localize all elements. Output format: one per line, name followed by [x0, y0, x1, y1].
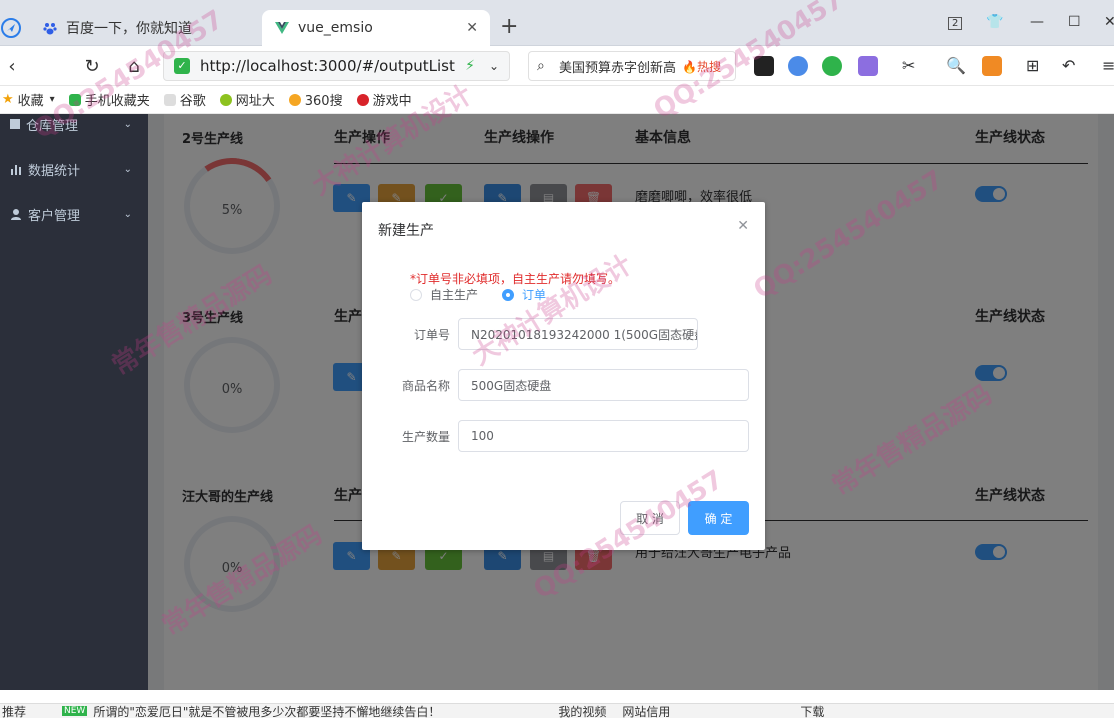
search-input[interactable]: ⌕ 美国预算赤字创新高 🔥热搜: [528, 51, 736, 81]
shirt-icon[interactable]: 👕: [986, 14, 1003, 30]
dialog-title: 新建生产: [378, 223, 434, 239]
search-icon: ⌕: [537, 58, 545, 74]
bookmark-360[interactable]: 360搜: [288, 90, 343, 109]
bookmark-google[interactable]: 谷歌: [163, 90, 206, 109]
tab-count-badge[interactable]: 2: [948, 17, 963, 30]
search-text: 美国预算赤字创新高: [559, 60, 677, 76]
sidebar-item-warehouse[interactable]: 仓库管理 ⌄: [0, 104, 148, 144]
browser-toolbar: ‹ ↻ ⌂ ✓ http://localhost:3000/#/outputLi…: [0, 46, 1114, 86]
minus-circle-icon[interactable]: [788, 56, 808, 76]
order-label: 订单号: [413, 328, 450, 342]
extension-icon[interactable]: [754, 56, 774, 76]
browser-status-bar: 推荐 NEW 所谓的"恋爱厄日"就是不管被甩多少次都要坚持不懈地继续告白！ 我的…: [0, 703, 1114, 720]
user-icon: [10, 208, 22, 220]
paw-icon: [42, 20, 58, 36]
close-tab-icon[interactable]: ✕: [466, 20, 478, 36]
scissors-icon[interactable]: ✂: [902, 56, 922, 76]
confirm-button[interactable]: 确 定: [688, 501, 749, 535]
page-icon: [163, 93, 176, 106]
grid-icon[interactable]: ⊞: [1026, 56, 1046, 76]
qty-value: 100: [471, 429, 494, 443]
refresh-icon[interactable]: ↻: [80, 54, 104, 78]
sidebar-item-customers[interactable]: 客户管理 ⌄: [0, 194, 148, 234]
qty-label: 生产数量: [401, 430, 450, 444]
radio-circle: [410, 288, 422, 301]
tab-baidu[interactable]: 百度一下，你就知道: [30, 10, 260, 46]
status-net[interactable]: 网站信用: [622, 703, 670, 720]
url-text: http://localhost:3000/#/outputList: [200, 57, 455, 75]
translate-icon[interactable]: [858, 56, 878, 76]
browser-tab-bar: 百度一下，你就知道 vue_emsio ✕ + 2 👕 — ☐ ✕: [0, 0, 1114, 46]
game-icon[interactable]: [982, 56, 1002, 76]
game-center-icon: [356, 93, 369, 106]
product-name-field[interactable]: 500G固态硬盘: [458, 369, 749, 401]
status-left: 推荐: [2, 704, 27, 719]
cancel-button[interactable]: 取 消: [620, 501, 680, 535]
home-icon[interactable]: ⌂: [122, 54, 146, 78]
quantity-field[interactable]: 100: [458, 420, 749, 452]
tab-label: vue_emsio: [298, 20, 373, 36]
status-news[interactable]: 所谓的"恋爱厄日"就是不管被甩多少次都要坚持不懈地继续告白！: [93, 703, 440, 720]
order-select[interactable]: N20201018193242000 1(500G固态硬盘: [458, 318, 698, 350]
lightning-icon[interactable]: ⚡: [458, 54, 482, 78]
sidebar: 仓库管理 ⌄ 数据统计 ⌄ 客户管理 ⌄: [0, 114, 148, 690]
status-download[interactable]: 下载: [800, 703, 824, 720]
maximize-icon[interactable]: ☐: [1068, 14, 1081, 30]
chevron-down-icon: ⌄: [123, 208, 132, 220]
new-production-dialog: 新建生产 ✕ *订单号非必填项，自主生产请勿填写。 自主生产 订单 订单号 N2…: [362, 202, 765, 550]
bookmark-sites[interactable]: 网址大: [219, 90, 275, 109]
magnifier-icon[interactable]: 🔍: [946, 56, 966, 76]
tab-label: 百度一下，你就知道: [66, 21, 192, 37]
360-icon: [288, 93, 301, 106]
radio-circle: [502, 288, 514, 301]
chevron-down-icon: ⌄: [123, 163, 132, 175]
new-tab-button[interactable]: +: [500, 14, 518, 39]
status-video[interactable]: 我的视频: [558, 703, 606, 720]
menu-icon[interactable]: ≡: [1102, 56, 1114, 76]
close-icon[interactable]: ✕: [737, 218, 749, 234]
order-value: N20201018193242000 1(500G固态硬盘: [471, 327, 698, 342]
warehouse-icon: [10, 119, 20, 129]
bookmark-games[interactable]: 游戏中: [356, 90, 412, 109]
chevron-down-icon: ⌄: [123, 118, 132, 130]
chat-icon[interactable]: [822, 56, 842, 76]
product-label: 商品名称: [401, 379, 450, 393]
minimize-icon[interactable]: —: [1030, 14, 1044, 30]
sidebar-item-statistics[interactable]: 数据统计 ⌄: [0, 149, 148, 189]
browser-logo-icon[interactable]: [0, 10, 30, 46]
back-icon[interactable]: ‹: [0, 54, 24, 78]
close-window-icon[interactable]: ✕: [1104, 14, 1114, 30]
product-value: 500G固态硬盘: [471, 378, 552, 393]
bar-chart-icon: [10, 163, 22, 175]
dialog-hint: *订单号非必填项，自主生产请勿填写。: [410, 272, 621, 286]
shield-icon: ✓: [174, 58, 190, 74]
chevron-down-icon[interactable]: ⌄: [482, 54, 506, 78]
vue-icon: [274, 20, 290, 36]
hot-search-label: 🔥热搜: [682, 59, 721, 74]
tab-vue-emsio[interactable]: vue_emsio ✕: [262, 10, 490, 46]
undo-icon[interactable]: ↶: [1062, 56, 1082, 76]
bookmarks-bar: ★ 收藏 ▾ 手机收藏夹 谷歌 网址大 360搜 游戏中: [0, 86, 1114, 114]
globe-icon: [219, 93, 232, 106]
new-badge: NEW: [62, 706, 88, 716]
radio-order[interactable]: 订单: [502, 286, 546, 303]
radio-self-production[interactable]: 自主生产: [410, 286, 478, 303]
